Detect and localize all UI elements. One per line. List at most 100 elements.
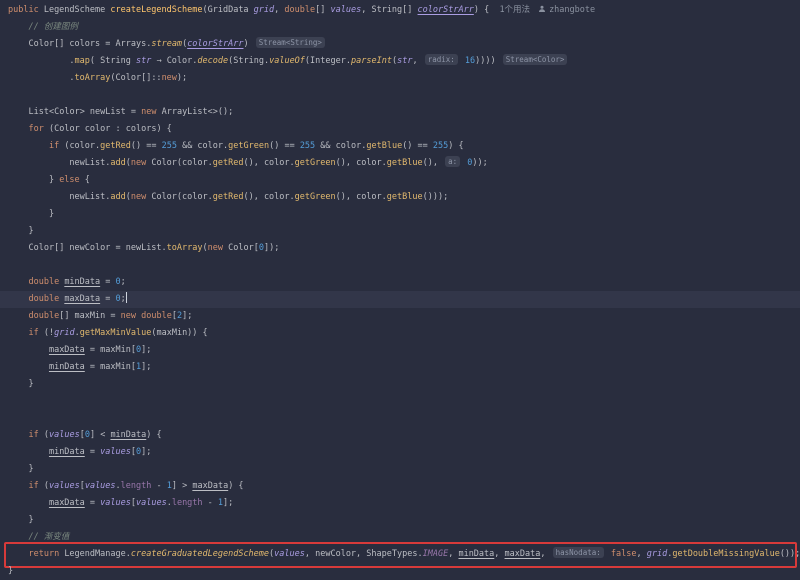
code-line[interactable]: } bbox=[8, 376, 796, 393]
code-token: add bbox=[110, 158, 125, 168]
code-token: , bbox=[448, 549, 458, 559]
code-token bbox=[8, 141, 49, 151]
code-line[interactable] bbox=[8, 410, 796, 427]
code-token bbox=[8, 447, 49, 457]
code-line[interactable]: } bbox=[8, 512, 796, 529]
code-token: return bbox=[28, 549, 64, 559]
code-token: Color bbox=[54, 124, 80, 134]
code-token: values bbox=[100, 447, 131, 457]
code-line[interactable]: } bbox=[8, 563, 796, 580]
code-token: ()); bbox=[780, 549, 800, 559]
code-token: maxData bbox=[192, 481, 228, 491]
code-token: getGreen bbox=[228, 141, 269, 151]
code-line[interactable]: maxData = values[values.length - 1]; bbox=[8, 495, 796, 512]
code-vision-label[interactable]: zhangbote bbox=[549, 5, 595, 15]
code-token bbox=[8, 277, 28, 287]
code-token: 255 bbox=[300, 141, 315, 151]
code-line[interactable]: maxData = maxMin[0]; bbox=[8, 342, 796, 359]
code-token: new bbox=[162, 73, 177, 83]
code-token: ]; bbox=[141, 447, 151, 457]
code-token: = maxMin[ bbox=[85, 362, 136, 372]
code-line[interactable]: double minData = 0; bbox=[8, 274, 796, 291]
code-token: ( bbox=[39, 430, 49, 440]
code-token: IMAGE bbox=[423, 549, 449, 559]
code-line[interactable]: } bbox=[8, 461, 796, 478]
code-token: && color. bbox=[315, 141, 366, 151]
code-token: createGraduatedLegendScheme bbox=[131, 549, 269, 559]
code-line[interactable]: // 渐变值 bbox=[8, 529, 796, 546]
code-token: length bbox=[121, 481, 152, 491]
code-token bbox=[8, 294, 28, 304]
code-token: GridData bbox=[208, 5, 254, 15]
code-token: // 渐变值 bbox=[8, 532, 69, 542]
code-token bbox=[8, 498, 49, 508]
code-token: grid bbox=[254, 5, 274, 15]
code-token: (), color. bbox=[243, 192, 294, 202]
code-token: ] < bbox=[90, 430, 110, 440]
author-icon[interactable] bbox=[538, 3, 546, 20]
code-token: (), color. bbox=[336, 192, 387, 202]
code-line[interactable]: if (values[0] < minData) { bbox=[8, 427, 796, 444]
code-token: newList. bbox=[8, 158, 110, 168]
code-line[interactable]: if (!grid.getMaxMinValue(maxMin)) { bbox=[8, 325, 796, 342]
code-line[interactable]: newList.add(new Color(color.getRed(), co… bbox=[8, 155, 796, 172]
code-token bbox=[8, 124, 28, 134]
code-token: else bbox=[59, 175, 79, 185]
code-line[interactable]: } else { bbox=[8, 172, 796, 189]
code-token: Color bbox=[228, 243, 254, 253]
code-token: String bbox=[100, 56, 136, 66]
code-token: ) bbox=[243, 39, 253, 49]
code-line[interactable]: } bbox=[8, 223, 796, 240]
code-token: maxData bbox=[49, 345, 85, 355]
code-line[interactable]: .map( String str → Color.decode(String.v… bbox=[8, 53, 796, 70]
code-token bbox=[8, 243, 28, 253]
code-line[interactable]: List<Color> newList = new ArrayList<>(); bbox=[8, 104, 796, 121]
code-line[interactable]: // 创建图例 bbox=[8, 19, 796, 36]
code-token: } bbox=[8, 226, 34, 236]
code-token: values bbox=[85, 481, 116, 491]
code-line[interactable]: double[] maxMin = new double[2]; bbox=[8, 308, 796, 325]
code-line[interactable]: for (Color color : colors) { bbox=[8, 121, 796, 138]
code-token: ); bbox=[177, 73, 187, 83]
code-token: colorStrArr bbox=[418, 5, 474, 15]
code-token bbox=[8, 345, 49, 355]
code-token: , bbox=[494, 549, 504, 559]
code-token: new bbox=[131, 158, 151, 168]
code-line[interactable]: if (color.getRed() == 255 && color.getGr… bbox=[8, 138, 796, 155]
code-line-current[interactable]: double maxData = 0; bbox=[0, 291, 800, 308]
code-line[interactable]: } bbox=[8, 206, 796, 223]
code-line[interactable]: if (values[values.length - 1] > maxData)… bbox=[8, 478, 796, 495]
code-token: decode bbox=[197, 56, 228, 66]
code-token: newList. bbox=[8, 192, 110, 202]
code-line[interactable]: minData = maxMin[1]; bbox=[8, 359, 796, 376]
code-token: () == bbox=[402, 141, 433, 151]
inlay-hint: Stream<String> bbox=[256, 37, 325, 48]
code-token bbox=[8, 362, 49, 372]
code-token: ]); bbox=[264, 243, 279, 253]
code-line[interactable]: public LegendScheme createLegendScheme(G… bbox=[8, 2, 796, 19]
code-line[interactable]: minData = values[0]; bbox=[8, 444, 796, 461]
code-token: , bbox=[412, 56, 422, 66]
code-line[interactable]: Color[] colors = Arrays.stream(colorStrA… bbox=[8, 36, 796, 53]
code-token: getBlue bbox=[387, 192, 423, 202]
code-line-annotated[interactable]: return LegendManage.createGraduatedLegen… bbox=[8, 546, 796, 563]
code-token: getDoubleMissingValue bbox=[672, 549, 779, 559]
code-token: getBlue bbox=[366, 141, 402, 151]
code-line[interactable]: newList.add(new Color(color.getRed(), co… bbox=[8, 189, 796, 206]
code-token: Color bbox=[167, 56, 193, 66]
code-line[interactable] bbox=[8, 393, 796, 410]
code-token bbox=[8, 481, 28, 491]
code-token: = maxMin[ bbox=[85, 345, 136, 355]
code-line[interactable]: .toArray(Color[]::new); bbox=[8, 70, 796, 87]
code-editor[interactable]: public LegendScheme createLegendScheme(G… bbox=[0, 0, 800, 580]
code-token: if bbox=[49, 141, 59, 151]
code-line[interactable] bbox=[8, 87, 796, 104]
code-line[interactable] bbox=[8, 257, 796, 274]
code-token: add bbox=[110, 192, 125, 202]
code-vision-label[interactable]: 1个用法 bbox=[499, 5, 530, 15]
code-token bbox=[8, 549, 28, 559]
code-token: values bbox=[274, 549, 305, 559]
code-line[interactable]: Color[] newColor = newList.toArray(new C… bbox=[8, 240, 796, 257]
code-token: maxData bbox=[49, 498, 85, 508]
code-token: } bbox=[8, 566, 13, 576]
